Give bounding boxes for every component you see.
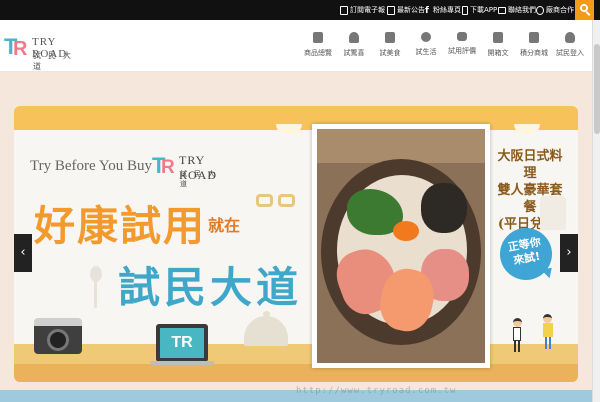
logo-brand-sub: 試民大道 — [33, 51, 78, 71]
glasses-illustration — [256, 190, 298, 210]
nav-item-label: 開箱文 — [487, 49, 509, 57]
newsletter-icon — [340, 5, 348, 15]
cloche-illustration — [244, 311, 288, 346]
lamp-decoration — [276, 124, 302, 134]
logo-mark-r: R — [13, 38, 28, 60]
announcement-label: 最新公告 — [397, 6, 425, 14]
banner-tagline: Try Before You Buy — [30, 158, 152, 174]
mail-icon — [498, 6, 506, 14]
featured-photo-frame[interactable] — [312, 124, 490, 368]
sashimi-bowl-photo — [317, 129, 485, 363]
camera-illustration — [34, 318, 82, 354]
newsletter-link[interactable]: 訂閱電子報 — [340, 4, 385, 16]
nav-item-label: 試用評價 — [448, 47, 476, 55]
nav-item-surprise[interactable]: 試驚喜 — [336, 28, 372, 68]
nav-item-label: 商品總覽 — [304, 49, 332, 57]
facebook-icon: f — [425, 5, 429, 16]
page-scrollbar[interactable] — [592, 20, 600, 402]
offer-line: 大阪日式料理 — [497, 149, 563, 181]
newsletter-label: 訂閱電子報 — [350, 6, 385, 14]
download-app-label: 下載APP — [470, 6, 498, 14]
nav-item-label: 積分商城 — [520, 49, 548, 57]
nav-item-label: 試驚喜 — [343, 49, 365, 57]
site-header: T R TRY ROAD 試民大道 商品總覽 試驚喜 試美食 試生活 試用評價 … — [0, 20, 600, 72]
banner-headline-mid: 就在 — [208, 216, 241, 235]
nav-item-label: 試民登入 — [556, 49, 584, 57]
facebook-label: 粉絲專頁 — [433, 6, 461, 14]
life-icon — [421, 32, 431, 42]
box-icon — [493, 32, 503, 43]
banner-logo-mark-r: R — [161, 157, 175, 178]
nav-item-label: 試生活 — [415, 48, 437, 56]
download-app-link[interactable]: 下載APP — [462, 4, 497, 16]
mobile-icon — [462, 5, 468, 15]
person-illustration — [512, 318, 522, 352]
banner-headline-2: 試民大道 — [118, 263, 303, 312]
lamp-decoration — [514, 124, 540, 134]
contact-label: 聯絡我們 — [508, 6, 536, 14]
carousel-next-button[interactable]: › — [560, 234, 578, 272]
nav-item-reviews[interactable]: 試用評價 — [444, 28, 480, 68]
nav-item-unboxing[interactable]: 開箱文 — [480, 28, 516, 68]
banner-logo: T R TRY ROAD 試民大道 — [152, 153, 232, 188]
site-logo[interactable]: T R TRY ROAD 試民大道 — [4, 32, 84, 71]
user-icon — [565, 32, 575, 43]
nav-item-food[interactable]: 試美食 — [372, 28, 408, 68]
partner-link[interactable]: 廠商合作 — [536, 4, 574, 16]
partner-label: 廠商合作 — [546, 6, 574, 14]
banner-logo-sub: 試民大道 — [180, 170, 222, 188]
watermark-text: http://www.tryroad.com.tw — [296, 386, 457, 396]
facebook-link[interactable]: f 粉絲專頁 — [425, 4, 461, 16]
top-bar: 訂閱電子報 最新公告 f 粉絲專頁 下載APP 聯絡我們 廠商合作 — [0, 0, 600, 20]
scrollbar-thumb[interactable] — [594, 44, 600, 134]
sparkle-icon — [349, 32, 359, 43]
nav-item-all-products[interactable]: 商品總覽 — [300, 28, 336, 68]
shirt-illustration — [540, 196, 566, 230]
gift-icon — [313, 32, 323, 43]
handshake-icon — [536, 5, 544, 15]
hero-banner[interactable]: Try Before You Buy T R TRY ROAD 試民大道 好康試… — [14, 106, 578, 382]
shopping-bag-icon — [529, 32, 539, 43]
laptop-screen-logo: TR — [160, 328, 204, 358]
search-button[interactable] — [575, 0, 594, 20]
spoon-illustration — [90, 266, 102, 308]
nav-item-life[interactable]: 試生活 — [408, 28, 444, 68]
banner-floor-shadow — [14, 364, 578, 382]
nav-item-login[interactable]: 試民登入 — [552, 28, 588, 68]
main-nav: 商品總覽 試驚喜 試美食 試生活 試用評價 開箱文 積分商城 試民登入 — [300, 28, 588, 68]
food-icon — [385, 32, 395, 43]
carousel-prev-button[interactable]: ‹ — [14, 234, 32, 272]
person-illustration — [542, 314, 554, 350]
chat-icon — [457, 32, 467, 41]
laptop-illustration: TR — [150, 324, 214, 365]
banner-headline-1: 好康試用 — [34, 202, 206, 250]
nav-item-points-mall[interactable]: 積分商城 — [516, 28, 552, 68]
nav-item-label: 試美食 — [379, 49, 401, 57]
contact-link[interactable]: 聯絡我們 — [498, 4, 536, 16]
announcement-icon — [387, 5, 395, 15]
announcement-link[interactable]: 最新公告 — [387, 4, 425, 16]
